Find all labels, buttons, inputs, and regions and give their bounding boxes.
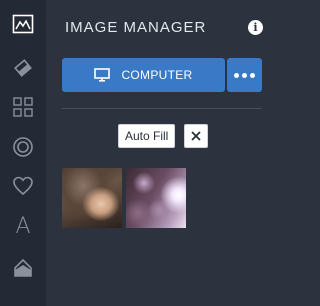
info-icon[interactable]: i <box>248 20 263 35</box>
sidebar-item-circle[interactable] <box>0 129 46 165</box>
sidebar-item-heart[interactable] <box>0 168 46 204</box>
sidebar-item-text[interactable]: A <box>0 208 46 244</box>
sidebar-item-grid[interactable] <box>0 89 46 125</box>
image-manager-icon <box>12 14 34 34</box>
grid-icon <box>13 97 33 117</box>
text-icon: A <box>15 213 31 239</box>
sidebar-item-image-manager[interactable] <box>0 6 46 42</box>
sidebar-item-fill[interactable] <box>0 250 46 286</box>
eraser-icon <box>14 59 32 77</box>
heart-icon <box>13 176 33 196</box>
panel-title: IMAGE MANAGER <box>65 19 207 36</box>
more-dots-icon <box>234 72 239 78</box>
paint-bucket-icon <box>14 258 32 277</box>
sidebar-item-eraser[interactable] <box>0 50 46 86</box>
close-icon <box>191 131 201 141</box>
tool-sidebar: A <box>0 0 46 306</box>
image-thumbnail-bokeh[interactable] <box>126 168 186 228</box>
computer-upload-button[interactable]: COMPUTER <box>62 58 225 92</box>
computer-button-label: COMPUTER <box>121 68 193 82</box>
auto-fill-button[interactable]: Auto Fill <box>118 124 176 148</box>
circle-icon <box>13 137 33 157</box>
image-thumbnail-portrait[interactable] <box>62 168 122 228</box>
more-options-button[interactable] <box>227 58 262 92</box>
clear-button[interactable] <box>184 124 208 148</box>
divider <box>62 108 262 109</box>
monitor-icon <box>94 68 111 82</box>
image-manager-panel: IMAGE MANAGER i COMPUTER Auto Fill <box>46 0 274 306</box>
